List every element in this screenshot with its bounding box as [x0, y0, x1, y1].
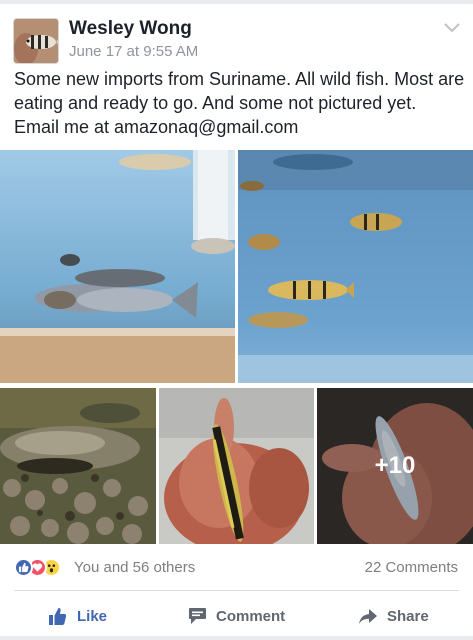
avatar[interactable]: [13, 18, 59, 64]
chevron-down-icon[interactable]: [442, 20, 462, 36]
post-text: Some new imports from Suriname. All wild…: [14, 69, 465, 137]
feed-bottom-edge: [0, 636, 473, 640]
like-icon: [14, 558, 33, 577]
post-timestamp[interactable]: June 17 at 9:55 AM: [69, 43, 198, 60]
like-button[interactable]: Like: [48, 602, 107, 630]
photo-grid: +10: [0, 150, 473, 545]
comment-label: Comment: [216, 607, 286, 625]
comments-count[interactable]: 22 Comments: [365, 559, 458, 576]
share-button[interactable]: Share: [358, 602, 429, 630]
photo-cichlids[interactable]: [238, 150, 473, 383]
comment-icon: [189, 608, 206, 624]
share-label: Share: [387, 607, 429, 625]
action-bar: Like Comment Share: [0, 602, 473, 632]
more-photos-overlay[interactable]: +10: [317, 388, 473, 544]
feed-top-edge: [0, 0, 473, 4]
post-header: Wesley Wong June 17 at 9:55 AM: [0, 12, 473, 64]
photo-gravel-fish[interactable]: [0, 388, 156, 544]
photo-catfish-tank[interactable]: [0, 150, 235, 383]
like-label: Like: [77, 607, 108, 625]
comment-button[interactable]: Comment: [188, 602, 285, 630]
reaction-summary[interactable]: You and 56 others: [74, 559, 195, 576]
author-name[interactable]: Wesley Wong: [69, 18, 192, 40]
divider: [14, 590, 459, 591]
like-icon: [49, 607, 67, 625]
photo-fish-in-hand[interactable]: [159, 388, 314, 544]
share-icon: [359, 608, 377, 624]
photo-more[interactable]: +10: [317, 388, 473, 544]
